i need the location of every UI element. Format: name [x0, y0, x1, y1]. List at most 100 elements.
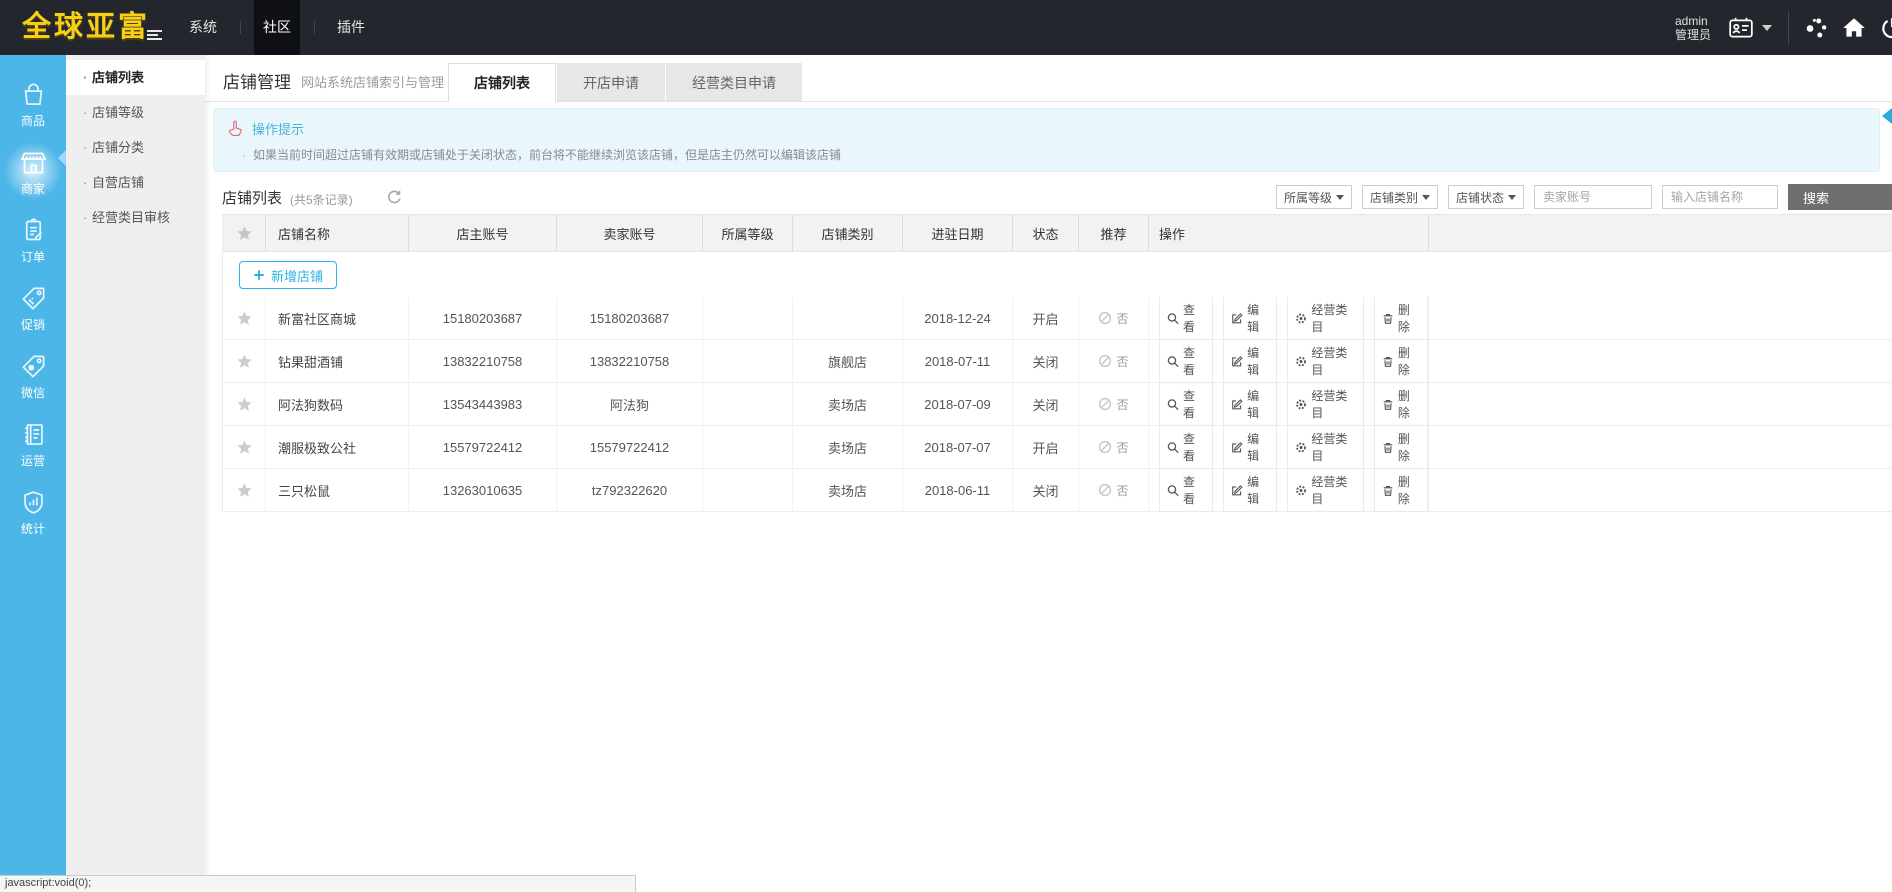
- entry-date-cell: 2018-06-11: [903, 469, 1013, 511]
- recommend-label: 否: [1116, 310, 1128, 327]
- entry-date-cell: 2018-12-24: [903, 297, 1013, 339]
- table-row: 三只松鼠 13263010635 tz792322620 卖场店 2018-06…: [223, 469, 1892, 512]
- edit-button[interactable]: 编辑: [1223, 468, 1277, 512]
- submenu-item-category-audit[interactable]: 经营类目审核: [66, 200, 205, 235]
- trash-icon: [1382, 312, 1394, 325]
- gear-icon: [1295, 312, 1307, 325]
- sidebar-item-orders[interactable]: 订单: [0, 207, 66, 275]
- panel-collapse-arrow-icon[interactable]: [1882, 108, 1892, 124]
- user-dropdown-caret-icon[interactable]: [1762, 25, 1772, 31]
- delete-button[interactable]: 删除: [1374, 382, 1428, 426]
- submenu-item-shop-category[interactable]: 店铺分类: [66, 130, 205, 165]
- submenu-item-shop-list[interactable]: 店铺列表: [66, 60, 205, 95]
- page-tabs: 店铺列表 开店申请 经营类目申请: [448, 63, 802, 102]
- home-icon[interactable]: [1841, 15, 1867, 41]
- recommend-toggle[interactable]: 否: [1098, 439, 1128, 456]
- row-star-cell[interactable]: [223, 297, 266, 339]
- level-filter-select[interactable]: 所属等级: [1276, 185, 1352, 209]
- view-button[interactable]: 查看: [1159, 468, 1213, 512]
- menu-toggle-icon[interactable]: [147, 30, 162, 41]
- tab-open-shop-apply[interactable]: 开店申请: [557, 63, 665, 102]
- shop-name-cell: 三只松鼠: [266, 469, 409, 511]
- topbar-right-cluster: admin 管理员: [1675, 0, 1892, 55]
- ban-icon: [1098, 354, 1112, 368]
- tab-shop-list[interactable]: 店铺列表: [448, 63, 556, 102]
- recommend-toggle[interactable]: 否: [1098, 396, 1128, 413]
- gear-icon: [1295, 441, 1307, 454]
- seller-account-input[interactable]: [1534, 185, 1652, 209]
- id-card-icon[interactable]: [1728, 15, 1754, 41]
- submenu-item-self-operated[interactable]: 自营店铺: [66, 165, 205, 200]
- shops-table: 店铺名称 店主账号 卖家账号 所属等级 店铺类别 进驻日期 状态 推荐 操作 新…: [222, 214, 1892, 512]
- gear-icon: [1295, 398, 1307, 411]
- search-button[interactable]: 搜索: [1788, 184, 1892, 210]
- category-gear-button[interactable]: 经营类目: [1287, 296, 1364, 340]
- view-button[interactable]: 查看: [1159, 382, 1213, 426]
- category-gear-button[interactable]: 经营类目: [1287, 382, 1364, 426]
- category-cell: 卖场店: [793, 426, 903, 468]
- sidebar-item-label: 统计: [21, 520, 45, 537]
- delete-button[interactable]: 删除: [1374, 296, 1428, 340]
- row-star-cell[interactable]: [223, 469, 266, 511]
- ban-icon: [1098, 311, 1112, 325]
- user-account-label[interactable]: admin 管理员: [1675, 14, 1711, 42]
- chevron-down-icon: [1336, 195, 1344, 200]
- view-button[interactable]: 查看: [1159, 339, 1213, 383]
- add-shop-button[interactable]: 新增店铺: [239, 261, 337, 289]
- nav-item-system[interactable]: 系统: [180, 0, 226, 55]
- recommend-toggle[interactable]: 否: [1098, 353, 1128, 370]
- category-gear-button[interactable]: 经营类目: [1287, 339, 1364, 383]
- refresh-icon[interactable]: [386, 189, 402, 205]
- secondary-sidebar: 店铺列表 店铺等级 店铺分类 自营店铺 经营类目审核: [66, 55, 205, 892]
- shop-name-input[interactable]: [1662, 185, 1778, 209]
- network-share-icon[interactable]: [1803, 15, 1829, 41]
- owner-account-cell: 15180203687: [409, 297, 557, 339]
- edit-icon: [1231, 441, 1243, 454]
- row-filler-cell: [1429, 383, 1892, 425]
- sidebar-item-statistics[interactable]: 统计: [0, 479, 66, 547]
- category-cell: 旗舰店: [793, 340, 903, 382]
- edit-button[interactable]: 编辑: [1223, 339, 1277, 383]
- table-row: 钻果甜酒铺 13832210758 13832210758 旗舰店 2018-0…: [223, 340, 1892, 383]
- recommend-toggle[interactable]: 否: [1098, 482, 1128, 499]
- row-star-cell[interactable]: [223, 426, 266, 468]
- sidebar-item-operations[interactable]: 运营: [0, 411, 66, 479]
- power-icon[interactable]: [1879, 15, 1892, 41]
- col-header-filler: [1429, 215, 1892, 251]
- sidebar-item-promotions[interactable]: 促销: [0, 275, 66, 343]
- delete-button[interactable]: 删除: [1374, 425, 1428, 469]
- level-cell: [703, 297, 793, 339]
- nav-item-community[interactable]: 社区: [254, 0, 300, 55]
- delete-button[interactable]: 删除: [1374, 468, 1428, 512]
- star-icon: [236, 353, 253, 370]
- edit-button[interactable]: 编辑: [1223, 296, 1277, 340]
- category-filter-select[interactable]: 店铺类别: [1362, 185, 1438, 209]
- category-gear-button[interactable]: 经营类目: [1287, 425, 1364, 469]
- recommend-label: 否: [1116, 439, 1128, 456]
- status-filter-select[interactable]: 店铺状态: [1448, 185, 1524, 209]
- top-nav: 系统 社区 插件: [166, 0, 388, 55]
- status-filter-label: 店铺状态: [1456, 189, 1504, 206]
- tab-category-apply[interactable]: 经营类目申请: [666, 63, 802, 102]
- app-logo[interactable]: 全球亚富: [22, 0, 150, 55]
- stats-shield-icon: [20, 489, 47, 516]
- ban-icon: [1098, 397, 1112, 411]
- edit-button[interactable]: 编辑: [1223, 425, 1277, 469]
- view-button[interactable]: 查看: [1159, 425, 1213, 469]
- submenu-item-shop-level[interactable]: 店铺等级: [66, 95, 205, 130]
- edit-button[interactable]: 编辑: [1223, 382, 1277, 426]
- view-button[interactable]: 查看: [1159, 296, 1213, 340]
- col-header-category: 店铺类别: [793, 215, 903, 251]
- row-star-cell[interactable]: [223, 383, 266, 425]
- category-gear-button[interactable]: 经营类目: [1287, 468, 1364, 512]
- sidebar-item-label: 促销: [21, 316, 45, 333]
- sidebar-item-wechat[interactable]: 微信: [0, 343, 66, 411]
- level-filter-label: 所属等级: [1284, 189, 1332, 206]
- nav-item-plugins[interactable]: 插件: [328, 0, 374, 55]
- row-star-cell[interactable]: [223, 340, 266, 382]
- main-content: 店铺管理 网站系统店铺索引与管理 店铺列表 开店申请 经营类目申请 操作提示 ·…: [205, 55, 1892, 892]
- delete-button[interactable]: 删除: [1374, 339, 1428, 383]
- plus-icon: [253, 269, 265, 281]
- sidebar-item-goods[interactable]: 商品: [0, 71, 66, 139]
- recommend-toggle[interactable]: 否: [1098, 310, 1128, 327]
